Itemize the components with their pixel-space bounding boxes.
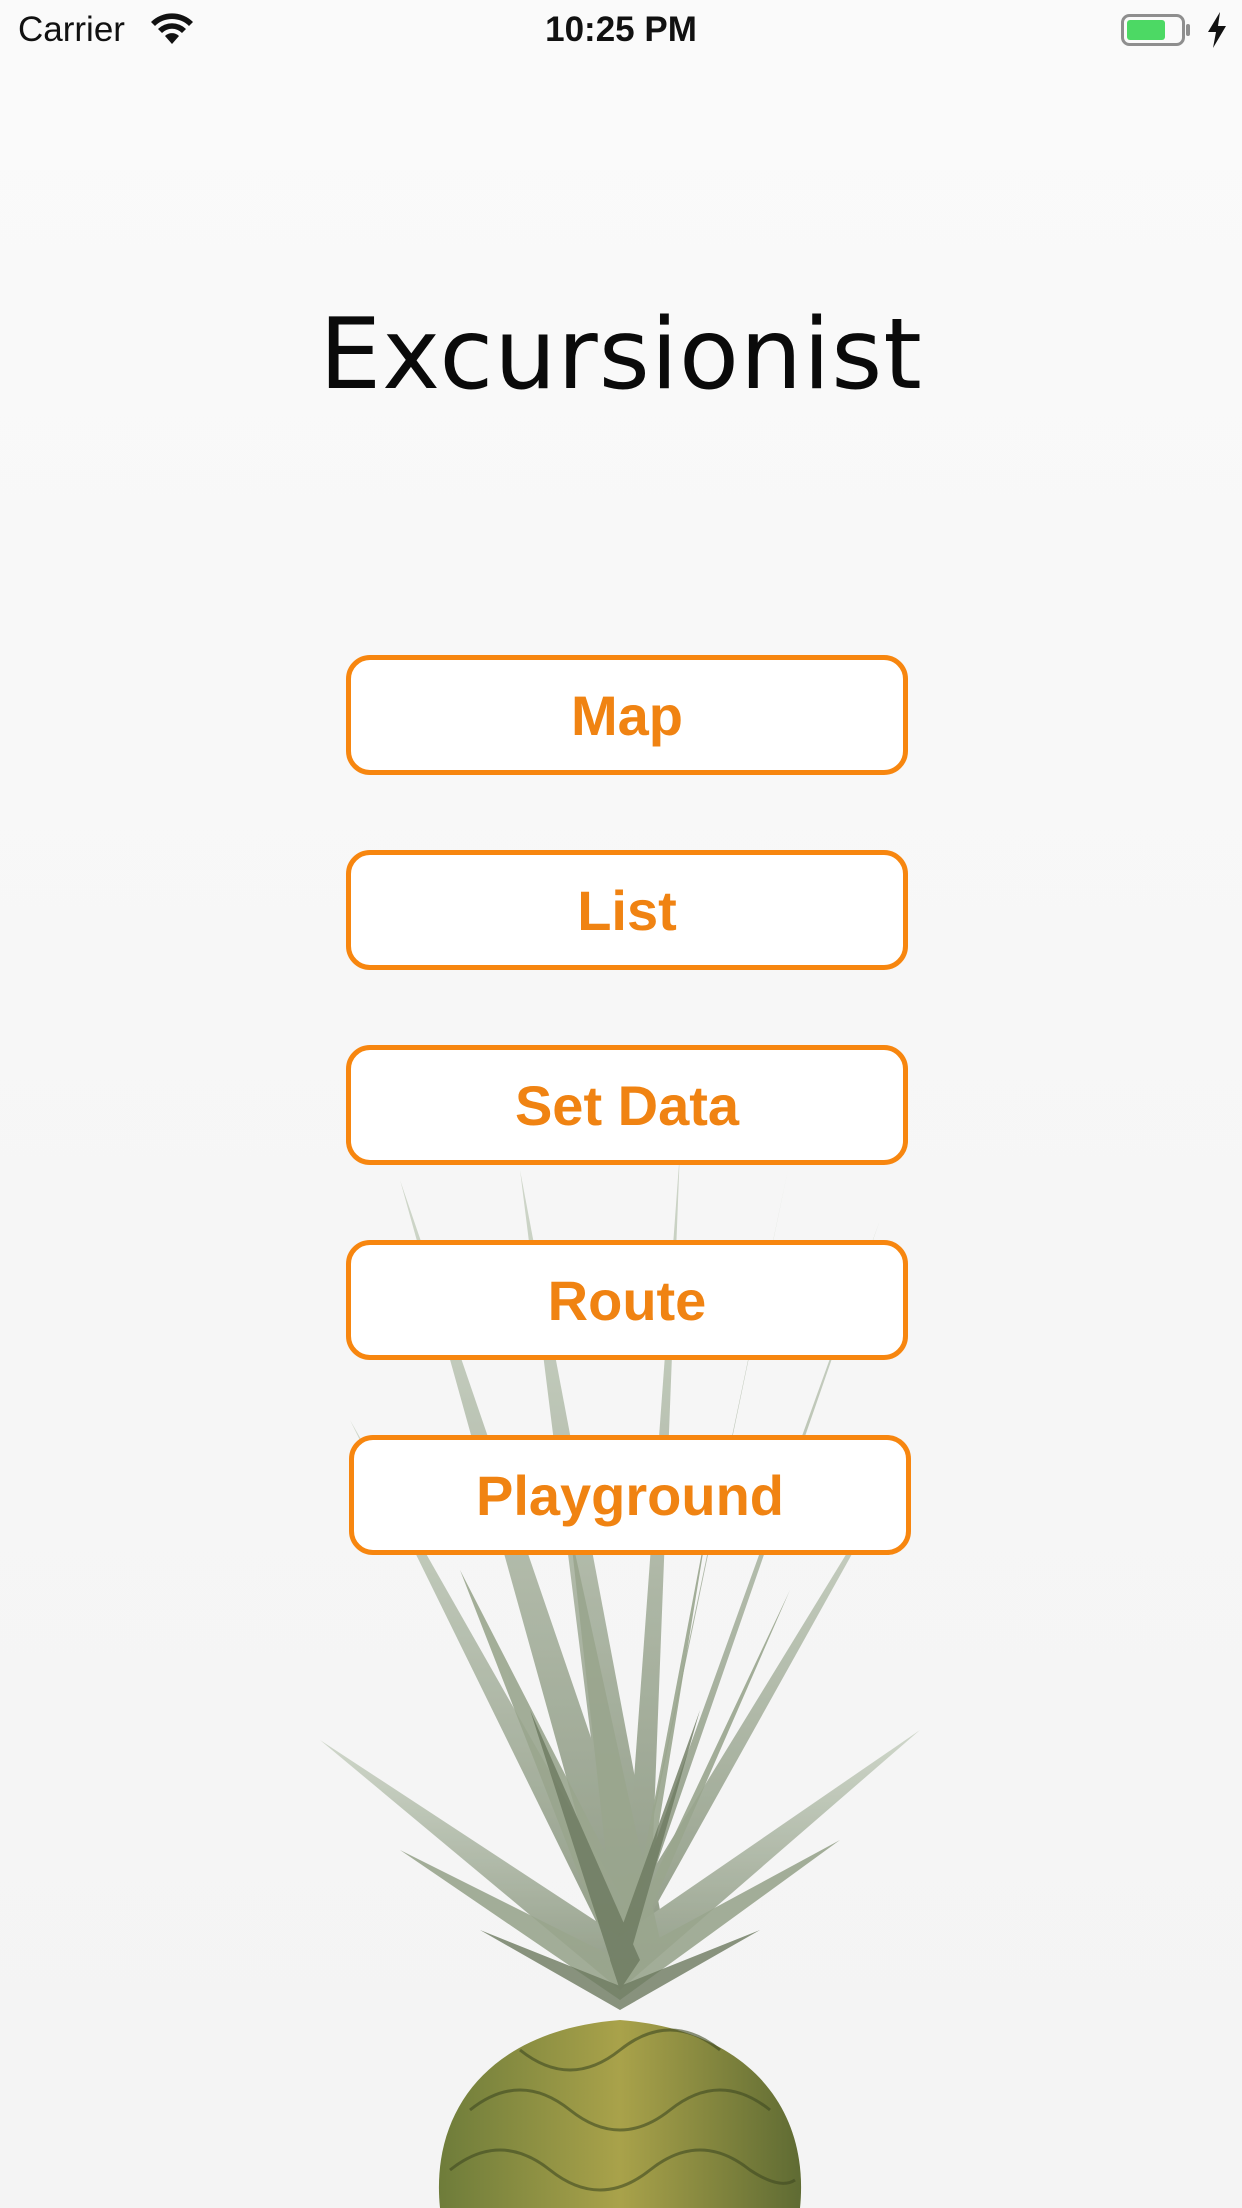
list-button[interactable]: List — [346, 850, 908, 970]
route-button[interactable]: Route — [346, 1240, 908, 1360]
playground-button[interactable]: Playground — [349, 1435, 911, 1555]
app-screen: Carrier 10:25 PM Excursionist Map List S… — [0, 0, 1242, 2208]
map-button[interactable]: Map — [346, 655, 908, 775]
main-menu: Map List Set Data Route Playground — [0, 0, 1242, 2208]
set-data-button[interactable]: Set Data — [346, 1045, 908, 1165]
